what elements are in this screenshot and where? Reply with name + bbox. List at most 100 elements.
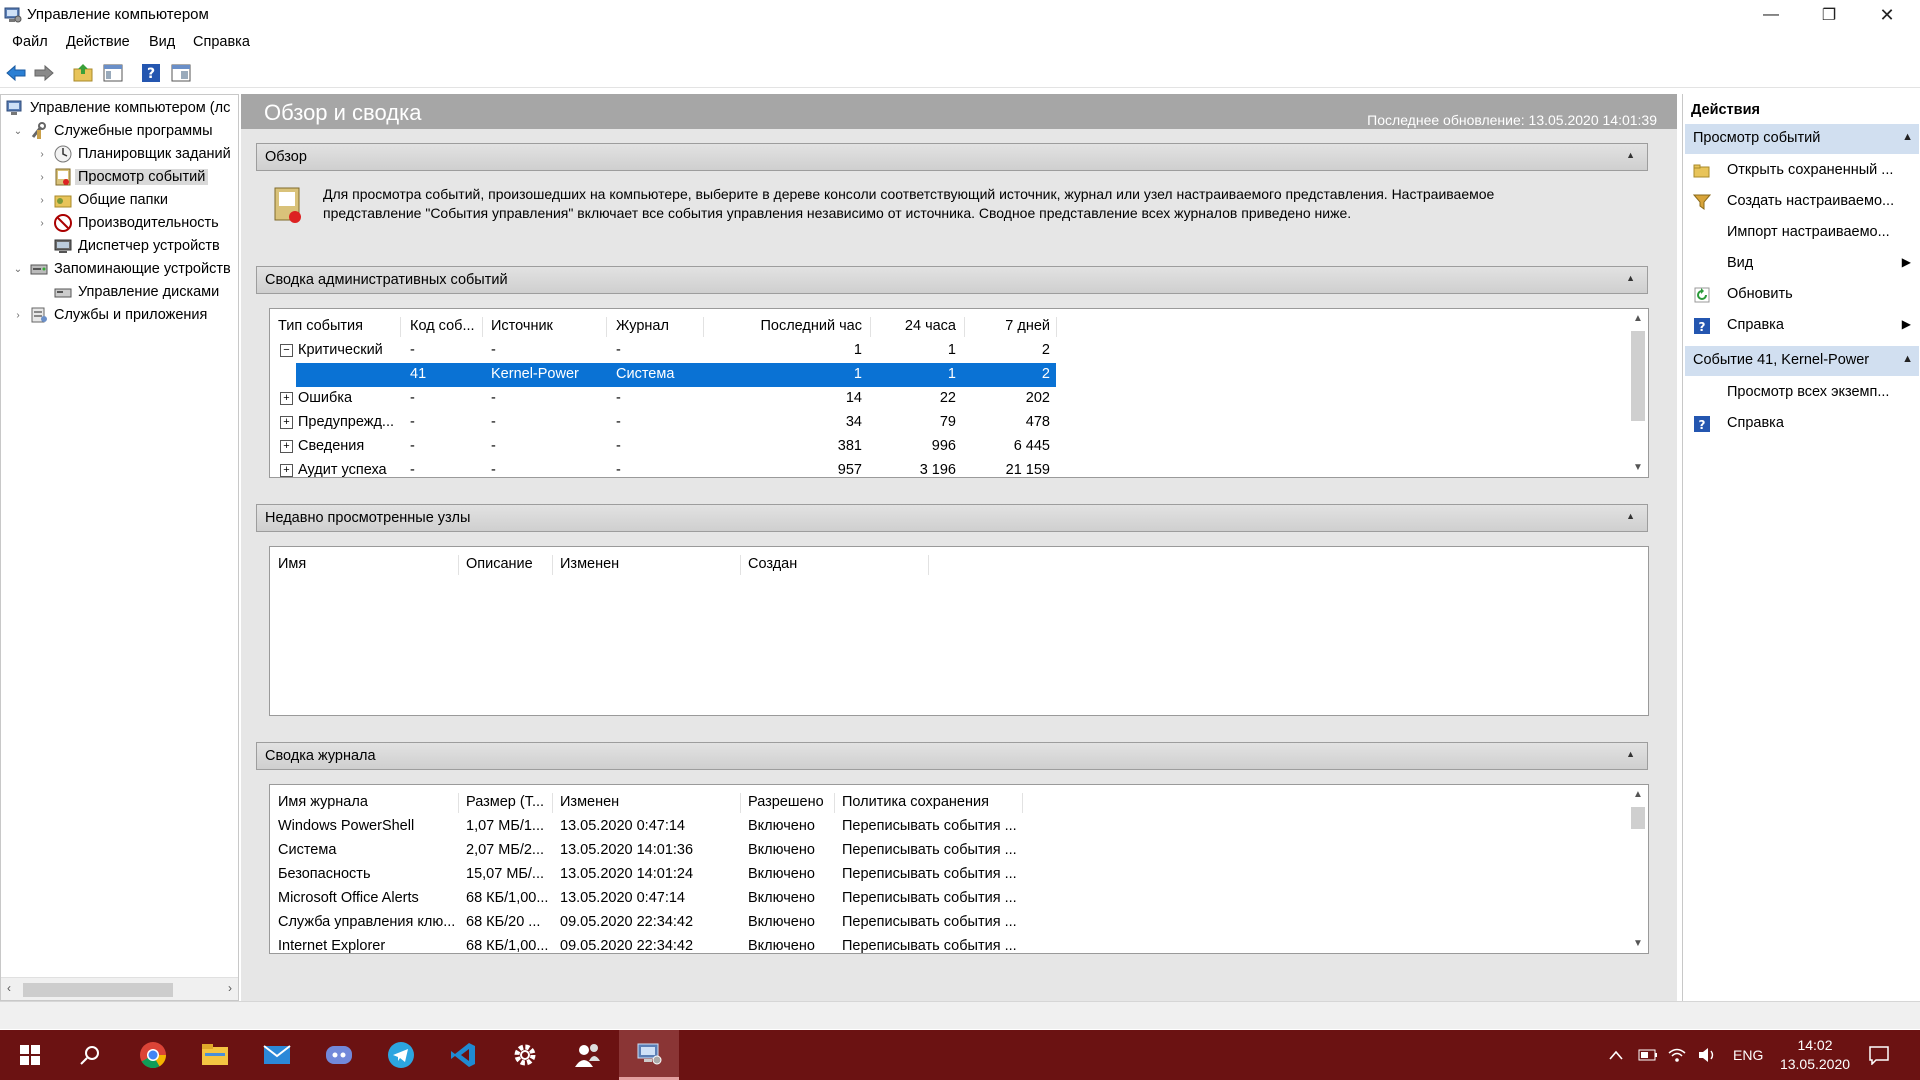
settings-icon[interactable] — [495, 1030, 555, 1080]
table-row[interactable]: Система 2,07 МБ/2... 13.05.2020 14:01:36… — [270, 839, 1648, 863]
scroll-down-icon[interactable]: ▼ — [1630, 462, 1646, 473]
tree-node-services-apps[interactable]: › Службы и приложения — [11, 304, 207, 326]
chevron-right-icon[interactable]: › — [11, 310, 25, 321]
tree-node-system-tools[interactable]: ⌄ Служебные программы — [11, 120, 213, 142]
tree-node-shared-folders[interactable]: › Общие папки — [35, 189, 168, 211]
table-row[interactable]: − Критический - - - 1 1 2 — [270, 339, 1056, 363]
action-refresh[interactable]: Обновить — [1685, 280, 1919, 310]
scroll-down-icon[interactable]: ▼ — [1630, 938, 1646, 949]
battery-icon[interactable] — [1638, 1030, 1658, 1080]
scroll-up-icon[interactable]: ▲ — [1630, 789, 1646, 800]
action-view[interactable]: Вид ▶ — [1685, 249, 1919, 279]
admin-table-scrollbar[interactable]: ▲ ▼ — [1630, 311, 1646, 475]
col-source[interactable]: Источник — [491, 318, 553, 334]
tree-node-task-scheduler[interactable]: › Планировщик заданий — [35, 143, 231, 165]
action-view-all-instances[interactable]: Просмотр всех экземп... — [1685, 378, 1919, 408]
chrome-icon[interactable] — [123, 1030, 183, 1080]
table-row[interactable]: Microsoft Office Alerts 68 КБ/1,00... 13… — [270, 887, 1648, 911]
tree-node-disk-management[interactable]: Управление дисками — [35, 281, 219, 303]
chevron-down-icon[interactable]: ⌄ — [11, 264, 25, 275]
tree-horizontal-scrollbar[interactable]: ‹ › — [1, 977, 238, 1000]
file-explorer-icon[interactable] — [185, 1030, 245, 1080]
table-row[interactable]: Безопасность 15,07 МБ/... 13.05.2020 14:… — [270, 863, 1648, 887]
col-last-hour[interactable]: Последний час — [712, 318, 862, 334]
action-create-custom-view[interactable]: Создать настраиваемо... — [1685, 187, 1919, 217]
tree-node-computer-management[interactable]: Управление компьютером (лс — [5, 97, 230, 119]
col-event-type[interactable]: Тип события — [278, 318, 363, 334]
scroll-left-icon[interactable]: ‹ — [7, 981, 11, 995]
col-log[interactable]: Журнал — [616, 318, 669, 334]
log-summary-header[interactable]: Сводка журнала ▲ — [256, 742, 1648, 770]
minimize-button[interactable]: — — [1742, 0, 1800, 30]
scroll-right-icon[interactable]: › — [228, 981, 232, 995]
col-size[interactable]: Размер (Т... — [466, 794, 544, 810]
discord-icon[interactable] — [309, 1030, 369, 1080]
scroll-thumb[interactable] — [23, 983, 173, 997]
tree-node-event-viewer[interactable]: › Просмотр событий — [35, 166, 209, 188]
mail-icon[interactable] — [247, 1030, 307, 1080]
up-folder-icon[interactable] — [72, 62, 94, 84]
col-event-code[interactable]: Код соб... — [410, 318, 475, 334]
chevron-right-icon[interactable]: › — [35, 149, 49, 160]
col-enabled[interactable]: Разрешено — [748, 794, 824, 810]
notifications-icon[interactable] — [1868, 1030, 1890, 1080]
col-retention[interactable]: Политика сохранения — [842, 794, 989, 810]
collapse-icon[interactable]: ▲ — [1626, 749, 1635, 759]
col-log-name[interactable]: Имя журнала — [278, 794, 368, 810]
collapse-icon[interactable]: ▲ — [1902, 353, 1913, 365]
table-row[interactable]: + Аудит успеха - - - 957 3 196 21 159 — [270, 459, 1056, 477]
table-row[interactable]: Windows PowerShell 1,07 МБ/1... 13.05.20… — [270, 815, 1648, 839]
tray-expand-icon[interactable] — [1608, 1030, 1624, 1080]
back-arrow-icon[interactable] — [5, 62, 27, 84]
chevron-right-icon[interactable]: › — [35, 172, 49, 183]
help-icon[interactable]: ? — [140, 62, 162, 84]
vscode-icon[interactable] — [433, 1030, 493, 1080]
menu-view[interactable]: Вид — [149, 34, 175, 50]
forward-arrow-icon[interactable] — [33, 62, 55, 84]
tree-node-storage[interactable]: ⌄ Запоминающие устройств — [11, 258, 231, 280]
people-icon[interactable] — [557, 1030, 617, 1080]
actions-group-event-viewer[interactable]: Просмотр событий ▲ — [1685, 124, 1919, 154]
menu-file[interactable]: Файл — [12, 34, 48, 50]
collapse-icon[interactable]: ▲ — [1626, 273, 1635, 283]
chevron-right-icon[interactable]: › — [35, 218, 49, 229]
col-modified[interactable]: Изменен — [560, 794, 619, 810]
table-row[interactable]: + Ошибка - - - 14 22 202 — [270, 387, 1056, 411]
action-open-saved-log[interactable]: Открыть сохраненный ... — [1685, 156, 1919, 186]
recent-nodes-header[interactable]: Недавно просмотренные узлы ▲ — [256, 504, 1648, 532]
table-row[interactable]: + Сведения - - - 381 996 6 445 — [270, 435, 1056, 459]
overview-header[interactable]: Обзор ▲ — [256, 143, 1648, 171]
scroll-thumb[interactable] — [1631, 331, 1645, 421]
expand-node-icon[interactable]: + — [280, 416, 293, 429]
col-7d[interactable]: 7 дней — [970, 318, 1050, 334]
scroll-thumb[interactable] — [1631, 807, 1645, 829]
table-row[interactable]: Служба управления клю... 68 КБ/20 ... 09… — [270, 911, 1648, 935]
menu-action[interactable]: Действие — [66, 34, 130, 50]
scroll-up-icon[interactable]: ▲ — [1630, 313, 1646, 324]
search-icon[interactable] — [60, 1030, 120, 1080]
computer-management-app-icon[interactable] — [619, 1030, 679, 1080]
admin-summary-header[interactable]: Сводка административных событий ▲ — [256, 266, 1648, 294]
action-event-help[interactable]: ? Справка — [1685, 409, 1919, 439]
col-created[interactable]: Создан — [748, 556, 797, 572]
volume-icon[interactable] — [1698, 1030, 1716, 1080]
expand-node-icon[interactable]: + — [280, 440, 293, 453]
telegram-icon[interactable] — [371, 1030, 431, 1080]
col-modified[interactable]: Изменен — [560, 556, 619, 572]
col-24h[interactable]: 24 часа — [876, 318, 956, 334]
action-import-custom-view[interactable]: Импорт настраиваемо... — [1685, 218, 1919, 248]
expand-node-icon[interactable]: + — [280, 464, 293, 477]
table-row-selected[interactable]: 41 Kernel-Power Система 1 1 2 — [296, 363, 1056, 387]
menu-help[interactable]: Справка — [193, 34, 250, 50]
restore-button[interactable]: ❐ — [1800, 0, 1858, 30]
collapse-icon[interactable]: ▲ — [1902, 131, 1913, 143]
action-help[interactable]: ? Справка ▶ — [1685, 311, 1919, 341]
wifi-icon[interactable] — [1668, 1030, 1686, 1080]
windows-start-icon[interactable] — [0, 1030, 60, 1080]
chevron-down-icon[interactable]: ⌄ — [11, 126, 25, 137]
chevron-right-icon[interactable]: › — [35, 195, 49, 206]
expand-node-icon[interactable]: + — [280, 392, 293, 405]
close-button[interactable]: ✕ — [1858, 0, 1916, 30]
clock[interactable]: 14:02 13.05.2020 — [1770, 1030, 1860, 1080]
collapse-icon[interactable]: ▲ — [1626, 511, 1635, 521]
